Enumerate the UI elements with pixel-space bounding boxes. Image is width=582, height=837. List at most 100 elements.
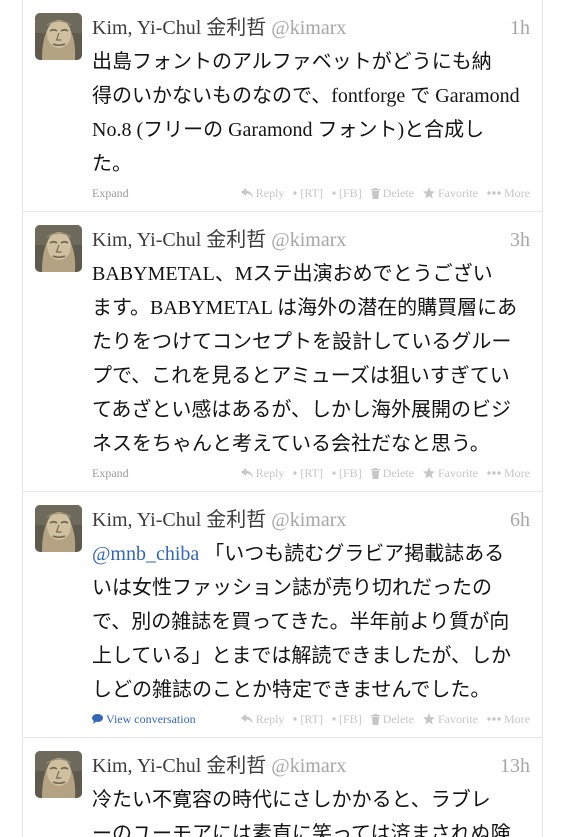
reply-button[interactable]: Reply xyxy=(240,183,285,203)
tweet-text-segment: しどの雑誌のことか特定できませんでした。 xyxy=(92,679,491,701)
more-dots-icon xyxy=(487,471,501,475)
retweet-button[interactable]: [RT] xyxy=(293,183,323,203)
tweet-timestamp[interactable]: 6h xyxy=(510,505,530,535)
tweet: Kim, Yi-Chul 金利哲 @kimarx 6h @mnb_chiba 「いつも… xyxy=(23,492,542,738)
speech-bubble-icon xyxy=(92,710,103,730)
favorite-button[interactable]: Favorite xyxy=(423,463,478,483)
more-button[interactable]: More xyxy=(487,183,530,203)
tweet-text-line: で、別の雑誌を買ってきた。半年前より質が向 xyxy=(92,605,530,639)
avatar[interactable] xyxy=(35,225,82,272)
reply-button[interactable]: Reply xyxy=(240,709,284,729)
author-name[interactable]: Kim, Yi-Chul 金利哲 xyxy=(92,17,266,39)
action-label: Favorite xyxy=(438,466,478,480)
tweet-text-line: 得のいかないものなので、fontforge で Garamond xyxy=(92,79,530,113)
tweet-text-segment: ます。BABYMETAL は海外の潜在的購買層にあ xyxy=(92,297,518,319)
tweet-text: 出島フォントのアルファベットがどうにも納 得のいかないものなので、fontforg… xyxy=(92,45,530,181)
delete-button[interactable]: Delete xyxy=(370,463,414,483)
tweet-text-segment: プで、これを見るとアミューズは狙いすぎてい xyxy=(92,365,510,387)
tweet-text-segment: 上している」とまでは解読できましたが、しか xyxy=(92,645,511,667)
author-handle[interactable]: @kimarx xyxy=(271,229,346,251)
action-label: Delete xyxy=(382,186,414,200)
action-label: Favorite xyxy=(438,712,478,726)
tweet-text-line: 冷たい不寛容の時代にさしかかると、ラブレ xyxy=(92,783,530,817)
tweet-text: 冷たい不寛容の時代にさしかかると、ラブレ ーのユーモアには素直に笑っては済まされぬ… xyxy=(92,783,530,837)
dot-icon xyxy=(332,191,336,195)
action-label: Reply xyxy=(255,186,285,200)
action-label: [FB] xyxy=(339,466,362,480)
footer-link-label: Expand xyxy=(92,466,129,480)
footer-link-label: Expand xyxy=(92,186,129,200)
action-label: Delete xyxy=(382,712,414,726)
footer-link-label: View conversation xyxy=(106,712,196,726)
star-icon xyxy=(423,467,435,479)
reply-icon xyxy=(240,714,253,724)
author-handle[interactable]: @kimarx xyxy=(271,509,346,531)
delete-button[interactable]: Delete xyxy=(370,183,414,203)
author-handle[interactable]: @kimarx xyxy=(271,17,346,39)
dot-icon xyxy=(332,717,336,721)
tweet-text-line: 上している」とまでは解読できましたが、しか xyxy=(92,639,530,673)
reply-button[interactable]: Reply xyxy=(240,463,284,483)
action-label: [RT] xyxy=(300,712,324,726)
tweet-text-line: ます。BABYMETAL は海外の潜在的購買層にあ xyxy=(92,291,530,325)
action-label: More xyxy=(504,466,530,480)
tweet-timestamp[interactable]: 13h xyxy=(500,751,530,781)
tweet-text-segment: で、別の雑誌を買ってきた。半年前より質が向 xyxy=(92,611,510,633)
action-label: [FB] xyxy=(339,186,362,200)
tweet-text-line: @mnb_chiba 「いつも読むグラビア掲載誌ある xyxy=(92,537,530,571)
tweet-text-line: No.8 (フリーの Garamond フォント)と合成し xyxy=(92,113,530,147)
tweet-timeline: Kim, Yi-Chul 金利哲 @kimarx 1h 出島フォントのアルファベットが… xyxy=(22,0,543,837)
favorite-button[interactable]: Favorite xyxy=(423,183,478,203)
facebook-share-button[interactable]: [FB] xyxy=(332,463,362,483)
expand-link[interactable]: Expand xyxy=(92,186,129,200)
facebook-share-button[interactable]: [FB] xyxy=(332,183,362,203)
tweet-text-segment: たりをつけてコンセプトを設計しているグルー xyxy=(92,331,512,353)
more-dots-icon xyxy=(487,191,501,195)
tweet-text-segment: No.8 (フリーの Garamond フォント)と合成し xyxy=(92,119,485,141)
tweet-text: BABYMETAL、Mステ出演おめでとうございます。BABYMETAL は海外の… xyxy=(92,257,530,461)
star-icon xyxy=(423,713,435,725)
mention-link[interactable]: @mnb_chiba xyxy=(92,543,199,565)
tweet-footer: Expand Reply [RT] [FB] Delete Favorite More xyxy=(92,463,530,483)
tweet-text-line: ーのユーモアには素直に笑っては済まされぬ険 xyxy=(92,817,530,837)
tweet-header: Kim, Yi-Chul 金利哲 @kimarx xyxy=(92,751,530,781)
tweet-timestamp[interactable]: 3h xyxy=(510,225,530,255)
dot-icon xyxy=(293,471,298,475)
tweet-actions: Reply [RT] [FB] Delete Favorite More xyxy=(240,463,530,483)
tweet-footer: Expand Reply [RT] [FB] Delete Favorite More xyxy=(92,183,530,203)
tweet-header: Kim, Yi-Chul 金利哲 @kimarx xyxy=(92,505,530,535)
retweet-button[interactable]: [RT] xyxy=(293,709,323,729)
reply-icon xyxy=(240,468,253,478)
author-name[interactable]: Kim, Yi-Chul 金利哲 xyxy=(92,509,266,531)
author-name[interactable]: Kim, Yi-Chul 金利哲 xyxy=(92,755,266,777)
action-label: [RT] xyxy=(300,466,324,480)
tweet-header: Kim, Yi-Chul 金利哲 @kimarx xyxy=(92,13,530,43)
tweet-actions: Reply [RT] [FB] Delete Favorite More xyxy=(240,183,530,203)
avatar[interactable] xyxy=(35,751,82,798)
tweet-header: Kim, Yi-Chul 金利哲 @kimarx xyxy=(92,225,530,255)
tweet-text-segment: いは女性ファッション誌が売り切れだったの xyxy=(92,577,492,599)
trash-icon xyxy=(370,713,380,725)
tweet-text-segment: てあざとい感はあるが、しかし海外展開のビジ xyxy=(92,399,511,421)
more-button[interactable]: More xyxy=(487,463,530,483)
view-conversation-link[interactable]: View conversation xyxy=(92,712,196,726)
tweet-timestamp[interactable]: 1h xyxy=(510,13,530,43)
action-label: More xyxy=(504,712,530,726)
tweet-text-line: ネスをちゃんと考えている会社だなと思う。 xyxy=(92,427,530,461)
tweet-text-segment: BABYMETAL、Mステ出演おめでとうござい xyxy=(92,263,493,285)
action-label: [FB] xyxy=(339,712,362,726)
facebook-share-button[interactable]: [FB] xyxy=(332,709,362,729)
tweet-text-line: プで、これを見るとアミューズは狙いすぎてい xyxy=(92,359,530,393)
author-handle[interactable]: @kimarx xyxy=(271,755,346,777)
expand-link[interactable]: Expand xyxy=(92,466,129,480)
tweet-text-segment: 「いつも読むグラビア掲載誌ある xyxy=(204,543,505,565)
more-dots-icon xyxy=(487,717,501,721)
delete-button[interactable]: Delete xyxy=(370,709,414,729)
avatar[interactable] xyxy=(35,13,82,60)
more-button[interactable]: More xyxy=(487,709,530,729)
avatar[interactable] xyxy=(35,505,82,552)
favorite-button[interactable]: Favorite xyxy=(423,709,478,729)
author-name[interactable]: Kim, Yi-Chul 金利哲 xyxy=(92,229,266,251)
retweet-button[interactable]: [RT] xyxy=(293,463,323,483)
tweet: Kim, Yi-Chul 金利哲 @kimarx 3h BABYMETAL、Mステ出演… xyxy=(23,212,542,492)
